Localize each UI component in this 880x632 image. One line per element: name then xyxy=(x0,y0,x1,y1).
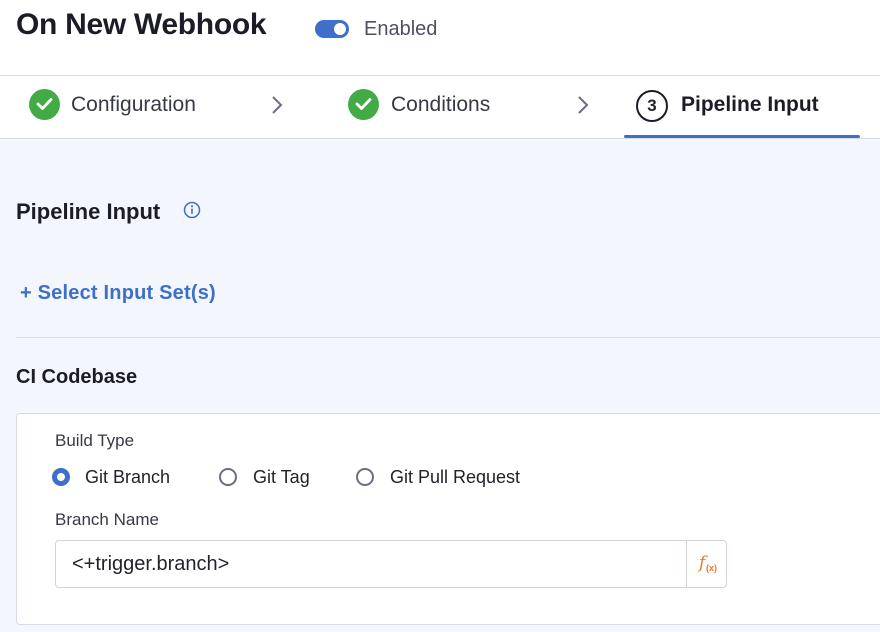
build-type-label: Build Type xyxy=(55,431,135,450)
check-circle-icon xyxy=(29,89,60,120)
tab-configuration[interactable]: Configuration xyxy=(71,93,196,117)
toggle-label: Enabled xyxy=(364,18,438,40)
info-icon[interactable] xyxy=(183,201,201,219)
chevron-right-icon xyxy=(272,96,283,114)
select-input-sets-link[interactable]: + Select Input Set(s) xyxy=(20,282,216,305)
ci-codebase-card: Build Type Git Branch Git Tag Git Pull R… xyxy=(16,413,880,625)
ci-codebase-title: CI Codebase xyxy=(16,366,138,388)
divider xyxy=(16,337,880,338)
chevron-right-icon xyxy=(578,96,589,114)
branch-name-label: Branch Name xyxy=(55,510,159,529)
fx-icon: f xyxy=(699,553,706,573)
branch-name-field: f (x) xyxy=(55,540,727,588)
branch-name-input[interactable] xyxy=(72,553,672,576)
check-circle-icon xyxy=(348,89,379,120)
radio-label-git-tag[interactable]: Git Tag xyxy=(253,467,310,488)
radio-label-git-branch[interactable]: Git Branch xyxy=(85,467,170,488)
step-number-badge: 3 xyxy=(636,90,668,122)
radio-label-git-pull-request[interactable]: Git Pull Request xyxy=(390,467,520,488)
active-tab-indicator xyxy=(624,135,860,138)
toggle-knob xyxy=(334,23,346,35)
header: On New Webhook Enabled xyxy=(0,0,880,76)
fx-icon-sub: (x) xyxy=(706,563,717,573)
tab-pipeline-input[interactable]: Pipeline Input xyxy=(681,93,819,117)
trigger-editor: On New Webhook Enabled Configuration Con… xyxy=(0,0,880,632)
enabled-toggle[interactable] xyxy=(315,20,349,38)
tab-conditions[interactable]: Conditions xyxy=(391,93,490,117)
radio-git-pull-request[interactable] xyxy=(356,468,374,486)
page-title: On New Webhook xyxy=(16,8,267,41)
section-title: Pipeline Input xyxy=(16,199,161,224)
fx-expression-button[interactable]: f (x) xyxy=(686,541,726,587)
radio-git-branch[interactable] xyxy=(52,468,70,486)
radio-git-tag[interactable] xyxy=(219,468,237,486)
wizard-steps: Configuration Conditions 3 Pipeline Inpu… xyxy=(0,76,880,139)
